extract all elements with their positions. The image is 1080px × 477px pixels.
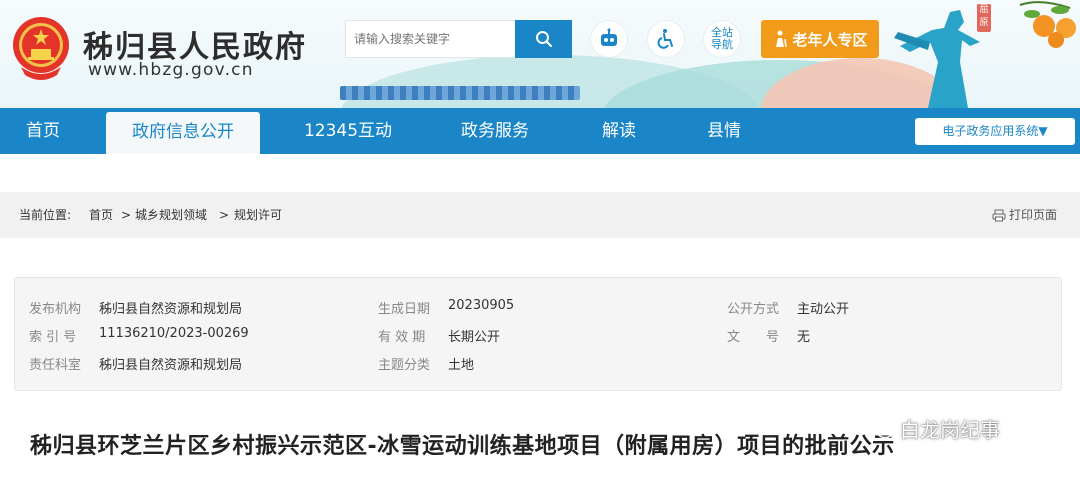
breadcrumb-item-home[interactable]: 首页 xyxy=(89,192,113,238)
info-label-topic-category: 主题分类 xyxy=(378,358,431,373)
info-value-disclosure-method: 主动公开 xyxy=(797,302,850,317)
info-value-index-number: 11136210/2023-00269 xyxy=(99,326,249,341)
info-value-topic-category: 土地 xyxy=(448,358,475,373)
robot-icon xyxy=(601,28,617,46)
info-value-generated-date: 20230905 xyxy=(448,298,515,313)
document-info-panel: 发布机构 秭归县自然资源和规划局 生成日期 20230905 公开方式 主动公开… xyxy=(14,277,1062,391)
site-url: www.hbzg.gov.cn xyxy=(88,60,254,80)
watermark-text: 白龙岗纪事 xyxy=(900,418,1000,442)
elder-zone-button[interactable]: 老年人专区 xyxy=(761,20,879,58)
breadcrumb: 当前位置: 首页 > 城乡规划领域 > 规划许可 打印页面 xyxy=(0,192,1080,238)
info-label-index-number: 索 引 号 xyxy=(29,330,77,345)
elderly-person-icon xyxy=(776,30,788,48)
breadcrumb-separator: > xyxy=(121,208,132,222)
wechat-watermark: 白龙岗纪事 xyxy=(868,414,1000,443)
article-title: 秭归县环芝兰片区乡村振兴示范区-冰雪运动训练基地项目（附属用房）项目的批前公示 xyxy=(30,434,895,459)
accessibility-button[interactable] xyxy=(648,21,684,57)
info-label-document-number: 文 号 xyxy=(727,330,780,345)
nav-item-gov-services[interactable]: 政务服务 xyxy=(454,108,536,154)
main-navbar: 首页 政府信息公开 12345互动 政务服务 解读 县情 电子政务应用系统▼ xyxy=(0,108,1080,154)
robot-assistant-button[interactable] xyxy=(591,21,627,57)
info-label-validity: 有 效 期 xyxy=(378,330,426,345)
info-value-publisher: 秭归县自然资源和规划局 xyxy=(99,302,243,317)
site-header: 秭归县人民政府 www.hbzg.gov.cn 全站 导航 xyxy=(0,0,1080,108)
site-navigation-button[interactable]: 全站 导航 xyxy=(704,21,740,57)
nav-item-home[interactable]: 首页 xyxy=(18,108,68,154)
search-icon xyxy=(535,31,552,47)
info-value-validity: 长期公开 xyxy=(448,330,501,345)
info-value-responsible-office: 秭归县自然资源和规划局 xyxy=(99,358,243,373)
nav-item-interpretation[interactable]: 解读 xyxy=(594,108,644,154)
search-button[interactable] xyxy=(515,20,572,58)
breadcrumb-item-planning-permit[interactable]: 规划许可 xyxy=(234,192,282,238)
print-page-label: 打印页面 xyxy=(1009,208,1058,222)
info-label-disclosure-method: 公开方式 xyxy=(727,302,780,317)
decorative-bridge xyxy=(340,86,580,100)
nav-item-county-info[interactable]: 县情 xyxy=(699,108,749,154)
info-label-publisher: 发布机构 xyxy=(29,302,82,317)
breadcrumb-prefix: 当前位置: xyxy=(19,208,72,222)
info-label-generated-date: 生成日期 xyxy=(378,302,431,317)
breadcrumb-separator: > xyxy=(219,208,230,222)
info-label-responsible-office: 责任科室 xyxy=(29,358,82,373)
wechat-icon xyxy=(868,418,894,438)
oranges-illustration-icon xyxy=(1019,1,1076,48)
national-emblem-icon xyxy=(13,17,69,80)
print-page-button[interactable]: 打印页面 xyxy=(992,192,1057,238)
breadcrumb-item-urban-rural-planning[interactable]: 城乡规划领域 xyxy=(135,192,207,238)
site-nav-label-line2: 导航 xyxy=(711,38,733,51)
nav-item-gov-info-disclosure[interactable]: 政府信息公开 xyxy=(106,112,260,154)
elder-zone-label: 老年人专区 xyxy=(792,30,868,49)
info-value-document-number: 无 xyxy=(797,330,811,345)
eservice-dropdown[interactable]: 电子政务应用系统▼ xyxy=(915,118,1075,145)
nav-item-12345-interaction[interactable]: 12345互动 xyxy=(300,108,396,154)
search-input[interactable] xyxy=(345,20,515,58)
seal-stamp: 屈原 xyxy=(977,4,991,32)
printer-icon xyxy=(992,209,1006,221)
wheelchair-icon xyxy=(657,29,673,49)
